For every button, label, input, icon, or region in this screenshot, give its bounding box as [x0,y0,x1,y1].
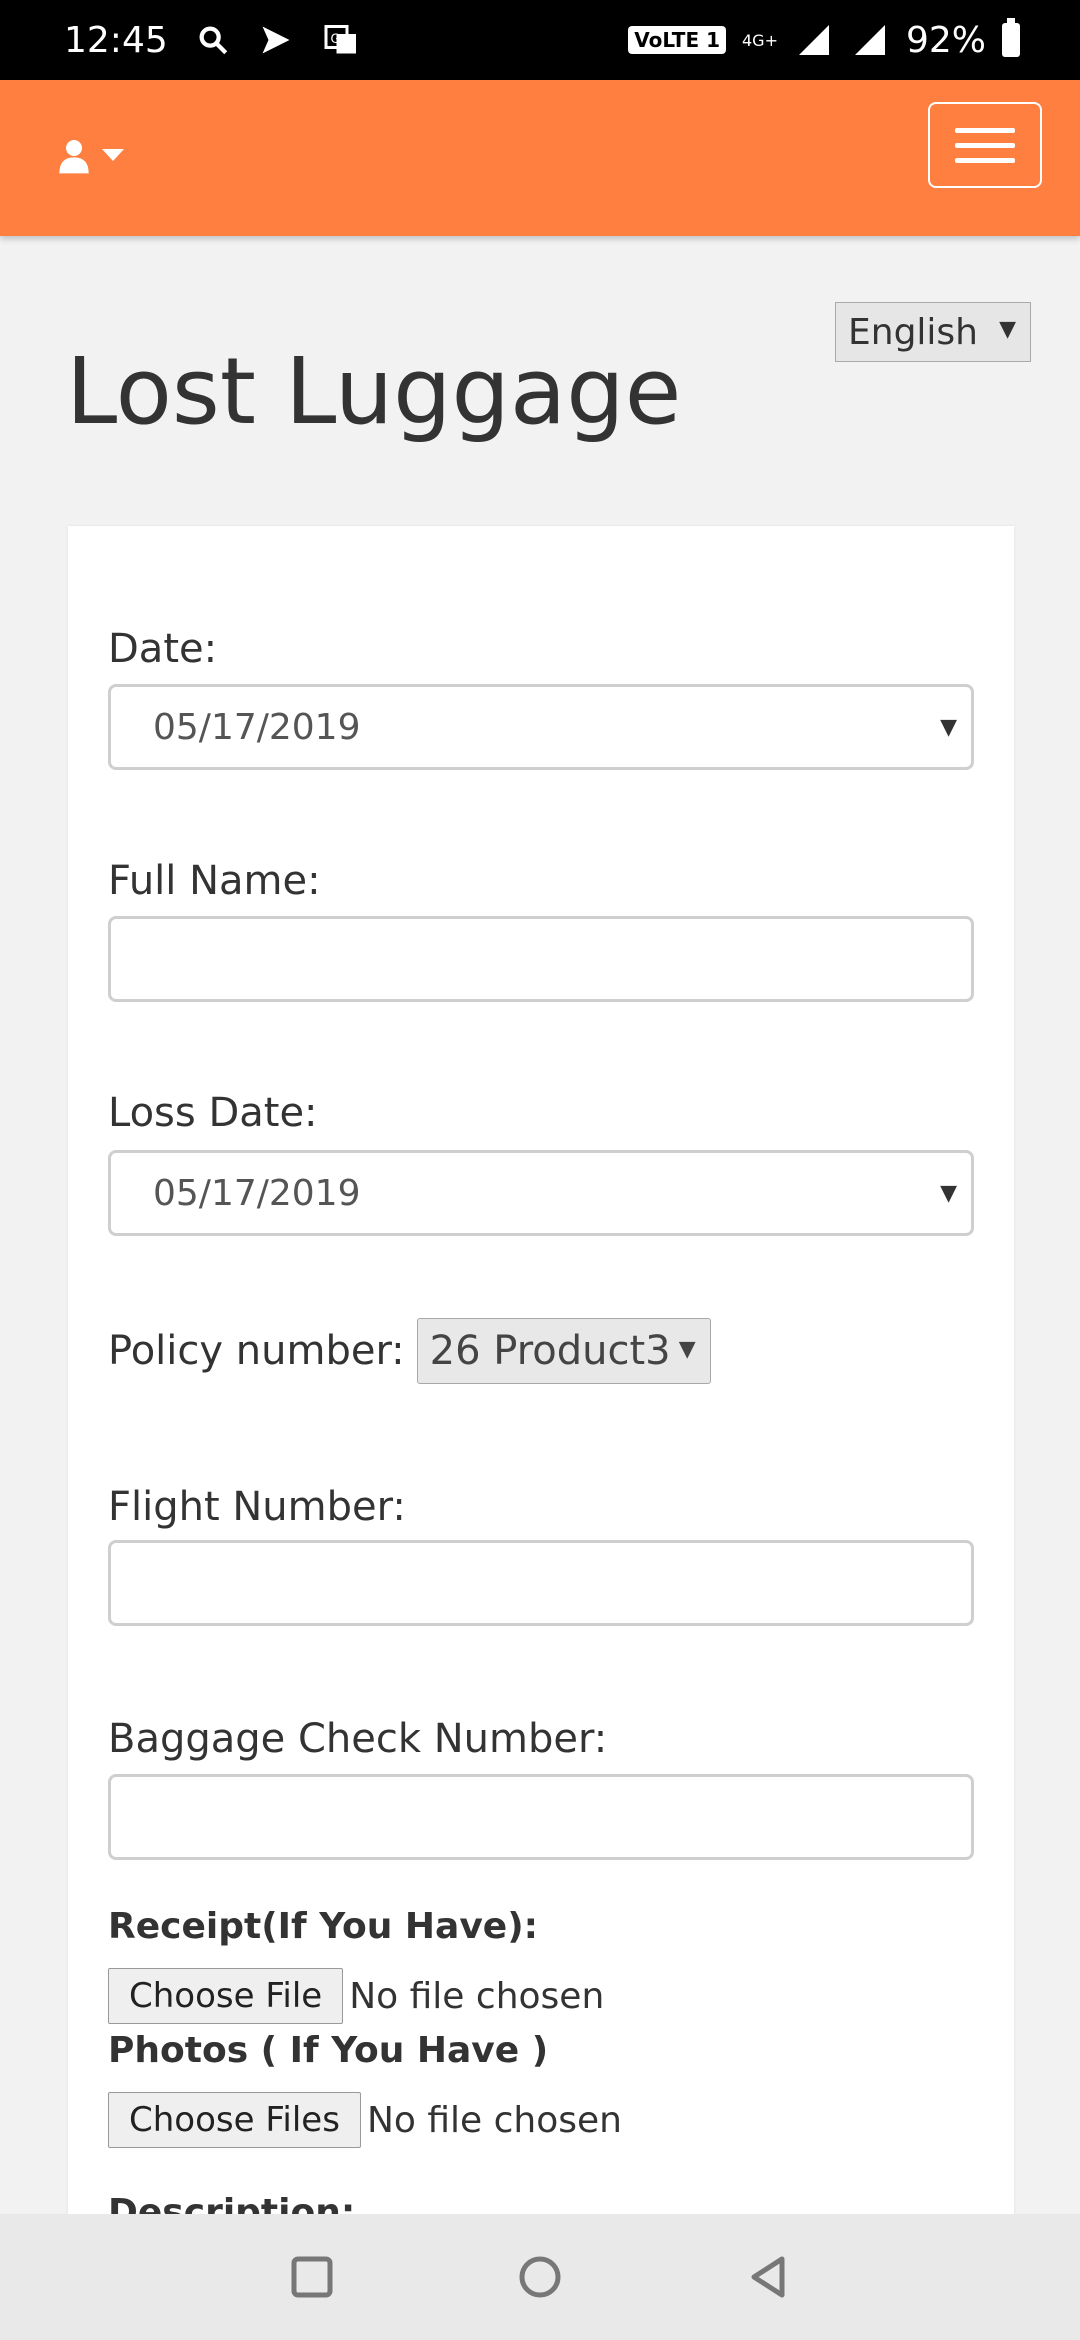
policy-row: Policy number: 26 Product3 ▼ [108,1318,711,1384]
photos-file-row: Choose Files No file chosen [108,2092,622,2148]
baggage-check-label: Baggage Check Number: [108,1716,608,1762]
user-icon [59,140,89,174]
battery-percent: 92% [905,19,986,61]
signal-icon [854,25,885,55]
status-bar: 12:45 G VoLTE 1 4G+ 92% [0,0,1080,80]
photos-file-status: No file chosen [366,2099,622,2141]
translate-icon: G [324,25,356,54]
hamburger-line [955,157,1015,163]
policy-value: 26 Product3 [429,1328,671,1374]
date-input[interactable]: 05/17/2019 ▼ [108,684,974,770]
chevron-down-icon: ▼ [999,317,1016,342]
language-selected: English [848,311,978,353]
chevron-down-icon: ▼ [678,1337,696,1362]
photos-choose-files-button[interactable]: Choose Files [108,2092,361,2148]
flight-number-input[interactable] [108,1540,974,1626]
policy-label: Policy number: [108,1328,405,1374]
back-triangle-icon[interactable] [744,2253,792,2301]
date-value: 05/17/2019 [153,706,361,748]
signal-icon [798,25,829,55]
loss-date-label: Loss Date: [108,1090,318,1136]
full-name-label: Full Name: [108,858,321,904]
search-icon [199,26,228,55]
recents-square-icon[interactable] [288,2253,336,2301]
svg-text:G: G [330,31,341,46]
photos-label: Photos ( If You Have ) [108,2030,549,2071]
full-name-input[interactable] [108,916,974,1002]
form-card: Date: 05/17/2019 ▼ Full Name: Loss Date:… [68,526,1014,2233]
home-circle-icon[interactable] [516,2253,564,2301]
app-header [0,80,1080,236]
page-title: Lost Luggage [66,338,682,445]
flight-number-label: Flight Number: [108,1484,406,1530]
send-icon [262,26,290,54]
baggage-check-input[interactable] [108,1774,974,1860]
volte-badge: VoLTE 1 [628,26,726,54]
receipt-label: Receipt(If You Have): [108,1906,539,1947]
chevron-down-icon: ▼ [940,715,957,740]
chevron-down-icon: ▼ [940,1181,957,1206]
hamburger-line [955,142,1015,148]
caret-down-icon [102,149,124,161]
date-label: Date: [108,626,218,672]
loss-date-value: 05/17/2019 [153,1172,361,1214]
hamburger-menu-icon[interactable] [928,102,1042,188]
receipt-file-row: Choose File No file chosen [108,1968,604,2024]
user-menu-button[interactable] [58,138,124,174]
language-select[interactable]: English ▼ [835,302,1031,362]
network-type: 4G+ [742,30,778,50]
receipt-choose-file-button[interactable]: Choose File [108,1968,344,2024]
receipt-file-status: No file chosen [349,1975,605,2017]
system-nav-bar [0,2214,1080,2340]
loss-date-input[interactable]: 05/17/2019 ▼ [108,1150,974,1236]
status-time: 12:45 [64,19,168,61]
policy-select[interactable]: 26 Product3 ▼ [416,1318,711,1384]
battery-icon [1002,18,1020,57]
hamburger-line [955,127,1015,133]
